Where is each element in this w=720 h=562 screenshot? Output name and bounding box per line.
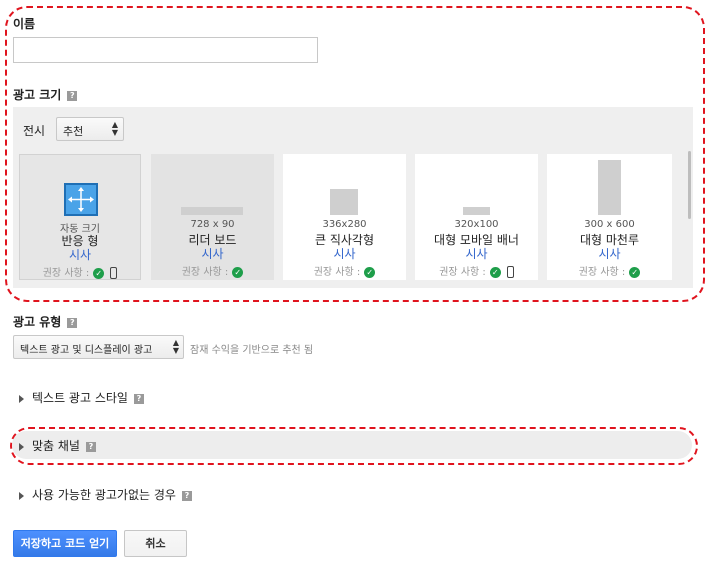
help-icon[interactable]: ? — [67, 90, 78, 101]
mobile-icon — [110, 267, 118, 279]
card-recommend: 권장 사항 : ✓ — [20, 264, 140, 279]
expand-triangle-icon — [19, 491, 24, 500]
card-dim: 320x100 — [454, 219, 499, 230]
section-text-ad-style[interactable]: 텍스트 광고 스타일? — [19, 389, 144, 406]
section-label: 사용 가능한 광고가없는 경우 — [32, 488, 176, 502]
size-card-leaderboard[interactable]: 728 x 90 리더 보드 시사 권장 사항 : ✓ — [151, 154, 274, 280]
mobile-icon — [506, 266, 514, 278]
cancel-button[interactable]: 취소 — [124, 530, 187, 557]
check-icon: ✓ — [489, 266, 501, 278]
display-select-value: 추천 — [63, 125, 84, 138]
card-recommend: 권장 사항 : ✓ — [283, 263, 406, 278]
help-icon[interactable]: ? — [181, 490, 192, 501]
ad-type-label: 광고 유형? — [13, 313, 78, 330]
mobile-banner-shape — [463, 207, 490, 215]
size-card-large-mobile-banner[interactable]: 320x100 대형 모바일 배너 시사 권장 사항 : ✓ — [415, 154, 538, 280]
large-rectangle-shape — [330, 189, 358, 215]
section-label: 텍스트 광고 스타일 — [32, 391, 128, 405]
select-arrows-icon: ▲ ▼ — [111, 120, 118, 137]
section-label: 맞춤 채널 — [32, 439, 80, 453]
check-icon: ✓ — [364, 266, 376, 278]
size-card-responsive[interactable]: 자동 크기 반응 형 시사 권장 사항 : ✓ — [19, 154, 141, 280]
select-arrows-icon: ▲ ▼ — [172, 338, 179, 355]
size-card-large-skyscraper[interactable]: 300 x 600 대형 마천루 시사 권장 사항 : ✓ — [547, 154, 672, 280]
card-recommend: 권장 사항 : ✓ — [415, 263, 538, 278]
card-preview-link[interactable]: 시사 — [283, 245, 406, 262]
ad-type-label-text: 광고 유형 — [13, 315, 62, 329]
help-icon[interactable]: ? — [67, 317, 78, 328]
help-icon[interactable]: ? — [85, 441, 96, 452]
card-preview-link[interactable]: 시사 — [151, 245, 274, 262]
expand-triangle-icon — [19, 394, 24, 403]
card-recommend-text: 권장 사항 : — [313, 267, 361, 278]
size-card-large-rectangle[interactable]: 336x280 큰 직사각형 시사 권장 사항 : ✓ — [283, 154, 406, 280]
card-dim: 728 x 90 — [190, 219, 235, 230]
card-recommend-text: 권장 사항 : — [42, 268, 90, 279]
responsive-size-icon — [64, 183, 98, 216]
leaderboard-shape — [181, 207, 243, 215]
card-dim: 300 x 600 — [584, 219, 635, 230]
save-get-code-button[interactable]: 저장하고 코드 얻기 — [13, 530, 117, 557]
section-custom-channel[interactable] — [12, 431, 692, 459]
section-no-ads-available[interactable]: 사용 가능한 광고가없는 경우? — [19, 486, 192, 503]
ad-type-select-value: 텍스트 광고 및 디스플레이 광고 — [20, 345, 153, 356]
name-label: 이름 — [13, 17, 36, 31]
help-icon[interactable]: ? — [133, 393, 144, 404]
display-select[interactable]: 추천 ▲ ▼ — [56, 117, 124, 141]
name-input[interactable] — [13, 37, 318, 63]
card-recommend-text: 권장 사항 : — [181, 267, 229, 278]
ad-size-label-text: 광고 크기 — [13, 88, 62, 102]
card-preview-link[interactable]: 시사 — [20, 246, 140, 263]
expand-triangle-icon — [19, 442, 24, 451]
check-icon: ✓ — [93, 267, 105, 279]
section-custom-channel-row: 맞춤 채널? — [19, 437, 96, 454]
skyscraper-shape — [598, 160, 621, 215]
card-dim: 336x280 — [322, 219, 367, 230]
card-preview-link[interactable]: 시사 — [415, 245, 538, 262]
check-icon: ✓ — [232, 266, 244, 278]
ad-size-label: 광고 크기? — [13, 86, 78, 103]
card-recommend: 권장 사항 : ✓ — [151, 263, 274, 278]
card-recommend: 권장 사항 : ✓ — [547, 263, 672, 278]
ad-size-panel: 전시 추천 ▲ ▼ 자동 크기 반응 형 시사 권장 사항 : ✓ 728 x 90… — [13, 107, 693, 288]
display-label: 전시 — [23, 124, 46, 138]
cards-scrollbar[interactable] — [688, 151, 691, 219]
card-preview-link[interactable]: 시사 — [547, 245, 672, 262]
card-recommend-text: 권장 사항 : — [578, 267, 626, 278]
check-icon: ✓ — [629, 266, 641, 278]
card-recommend-text: 권장 사항 : — [439, 267, 486, 278]
ad-type-select[interactable]: 텍스트 광고 및 디스플레이 광고 ▲ ▼ — [13, 335, 184, 359]
ad-type-hint: 잠재 수익을 기반으로 추천 됨 — [190, 345, 314, 356]
